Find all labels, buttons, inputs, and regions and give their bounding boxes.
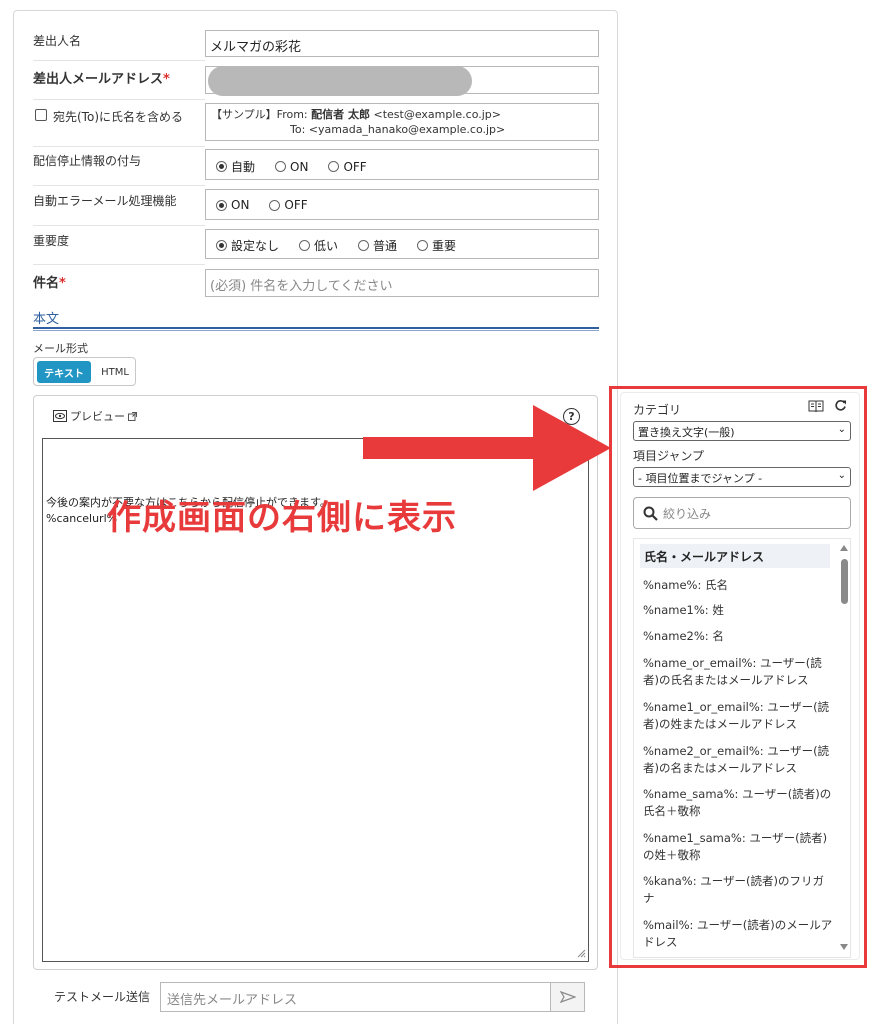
subject-placeholder: (必須) 件名を入力してください — [210, 279, 393, 294]
radio-checked-icon — [216, 161, 227, 172]
priority-radio-low[interactable]: 低い — [299, 237, 338, 254]
row-divider — [33, 146, 205, 147]
priority-label: 重要度 — [33, 234, 70, 248]
row-divider — [33, 185, 205, 186]
include-name-checkbox[interactable] — [35, 109, 47, 121]
annotation-text: 作成画面の右側に表示 — [107, 498, 457, 538]
error-radio-off[interactable]: OFF — [269, 198, 308, 212]
radio-unchecked-icon — [358, 240, 370, 251]
format-html-button[interactable]: HTML — [96, 361, 134, 383]
error-handling-label: 自動エラーメール処理機能 — [33, 194, 177, 208]
radio-unchecked-icon — [328, 161, 340, 172]
highlight-frame — [609, 386, 867, 968]
priority-radio-group: 設定なし 低い 普通 重要 — [216, 237, 476, 254]
priority-radio-none[interactable]: 設定なし — [216, 237, 279, 254]
external-link-icon — [128, 411, 137, 421]
error-radio-on[interactable]: ON — [216, 198, 249, 212]
row-divider — [33, 225, 205, 226]
eye-icon — [53, 410, 67, 422]
radio-unchecked-icon — [269, 199, 281, 211]
row-divider — [33, 60, 205, 61]
unsub-radio-off[interactable]: OFF — [328, 160, 367, 174]
send-icon — [559, 991, 576, 1003]
body-section-title: 本文 — [33, 312, 60, 327]
radio-unchecked-icon — [299, 240, 311, 251]
sample-from-line: 【サンプル】From: 配信者 太郎 <test@example.co.jp> — [211, 108, 502, 121]
priority-radio-normal[interactable]: 普通 — [358, 237, 397, 254]
row-divider — [33, 99, 205, 100]
format-text-button[interactable]: テキスト — [37, 361, 91, 383]
resize-handle-icon[interactable] — [576, 948, 586, 958]
unsub-radio-group: 自動 ON OFF — [216, 158, 387, 175]
error-radio-group: ON OFF — [216, 198, 328, 212]
test-send-label: テストメール送信 — [54, 990, 151, 1004]
mail-format-label: メール形式 — [33, 342, 88, 355]
radio-unchecked-icon — [275, 161, 287, 172]
test-email-input[interactable]: 送信先メールアドレス — [160, 982, 551, 1012]
sample-to-line: To: <yamada_hanako@example.co.jp> — [290, 123, 506, 136]
preview-link[interactable]: プレビュー — [53, 408, 137, 424]
row-divider — [33, 264, 205, 265]
radio-unchecked-icon — [417, 240, 429, 251]
test-send-button[interactable] — [550, 982, 585, 1012]
priority-radio-high[interactable]: 重要 — [417, 237, 456, 254]
subject-label: 件名* — [33, 276, 66, 291]
include-name-label: 宛先(To)に氏名を含める — [53, 110, 183, 124]
sender-email-label: 差出人メールアドレス* — [33, 72, 170, 87]
annotation-arrow-icon — [363, 405, 611, 491]
radio-checked-icon — [216, 199, 227, 211]
radio-checked-icon — [216, 240, 227, 251]
sender-name-value: メルマガの彩花 — [210, 40, 302, 55]
section-divider — [33, 327, 599, 331]
unsub-label: 配信停止情報の付与 — [33, 154, 142, 168]
redacted-email — [208, 66, 472, 96]
unsub-radio-auto[interactable]: 自動 — [216, 158, 255, 175]
mail-format-toggle: テキスト HTML — [33, 357, 136, 386]
unsub-radio-on[interactable]: ON — [275, 160, 308, 174]
sender-name-label: 差出人名 — [33, 34, 82, 48]
